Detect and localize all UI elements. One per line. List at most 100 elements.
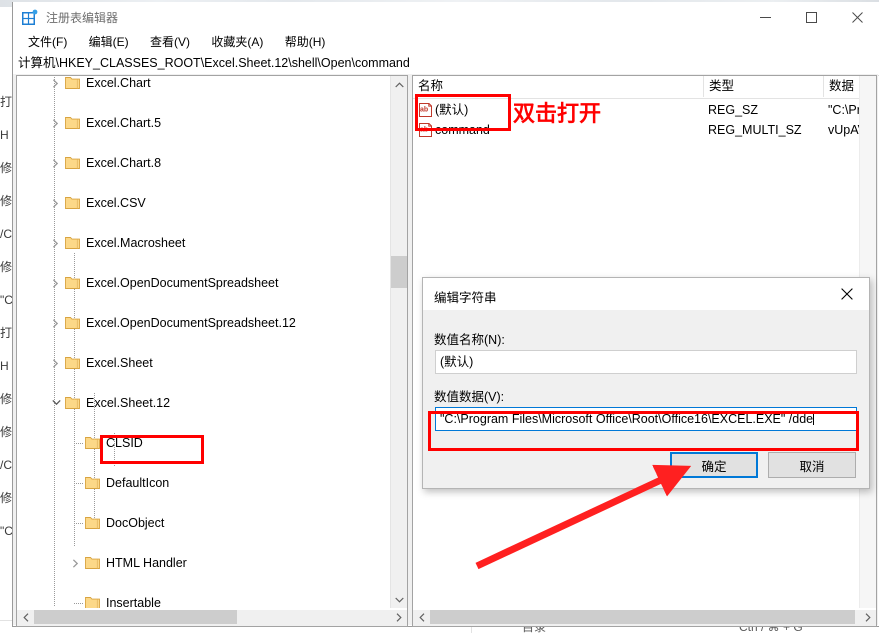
minimize-button[interactable] (742, 2, 788, 32)
window-buttons (742, 2, 879, 32)
tree-hscroll-thumb[interactable] (34, 610, 237, 624)
chevron-right-icon[interactable] (48, 313, 64, 333)
chevron-right-icon[interactable] (48, 113, 64, 133)
tree-scroll-thumb[interactable] (391, 256, 407, 288)
folder-icon (85, 593, 101, 608)
tree-vertical-scrollbar[interactable] (390, 76, 407, 608)
chevron-right-icon[interactable] (48, 273, 64, 293)
chevron-right-icon[interactable] (48, 76, 64, 93)
value-name-label: 数值名称(N): (434, 333, 505, 347)
tree-node-label: Excel.Macrosheet (86, 236, 186, 250)
values-scroll-right-icon[interactable] (859, 610, 876, 624)
dialog-close-button[interactable] (824, 278, 869, 309)
edit-string-dialog: 编辑字符串 数值名称(N): (默认) 数值数据(V): "C:\Program… (422, 277, 870, 489)
tree-node[interactable]: Excel.OpenDocumentSpreadsheet.12 (17, 313, 390, 333)
tree-node[interactable]: DefaultIcon (17, 473, 390, 493)
tree-guide-line (94, 393, 95, 527)
folder-icon (65, 193, 81, 213)
window-titlebar[interactable]: 注册表编辑器 (13, 2, 879, 33)
folder-icon (65, 233, 81, 253)
dialog-titlebar[interactable]: 编辑字符串 (423, 278, 869, 310)
cancel-button[interactable]: 取消 (768, 452, 856, 478)
tree-node[interactable]: Excel.Chart.5 (17, 113, 390, 133)
string-value-icon: ab (418, 103, 433, 117)
folder-icon (65, 313, 81, 333)
value-data-input[interactable]: "C:\Program Files\Microsoft Office\Root\… (435, 407, 857, 431)
folder-icon (85, 433, 101, 453)
dialog-title: 编辑字符串 (434, 291, 497, 305)
column-header-name[interactable]: 名称 (413, 76, 703, 97)
tree-node[interactable]: Excel.Sheet (17, 353, 390, 373)
tree-node-label: HTML Handler (106, 556, 187, 570)
tree-node-label: Excel.OpenDocumentSpreadsheet (86, 276, 279, 290)
chevron-right-icon[interactable] (68, 553, 84, 573)
chevron-right-icon[interactable] (48, 233, 64, 253)
registry-path: 计算机\HKEY_CLASSES_ROOT\Excel.Sheet.12\she… (18, 56, 410, 70)
registry-editor-icon (21, 9, 38, 26)
tree-node-label: Excel.Chart.5 (86, 116, 162, 130)
maximize-button[interactable] (788, 2, 834, 32)
values-hscroll-thumb[interactable] (430, 610, 855, 624)
menu-file[interactable]: 文件(F) (19, 33, 76, 53)
tree-horizontal-scrollbar[interactable] (16, 610, 408, 627)
scroll-right-icon[interactable] (390, 610, 407, 624)
tree-node-label: Excel.Sheet.12 (86, 396, 171, 410)
folder-icon (65, 76, 81, 93)
tree-node[interactable]: CLSID (17, 433, 390, 453)
chevron-right-icon[interactable] (48, 153, 64, 173)
menu-help[interactable]: 帮助(H) (276, 33, 335, 53)
annotation-double-click-label: 双击打开 (513, 101, 602, 126)
tree-node[interactable]: Excel.Sheet.12 (17, 393, 390, 413)
value-name: (默认) (435, 103, 469, 117)
tree-node[interactable]: Insertable (17, 593, 390, 608)
chevron-right-icon[interactable] (48, 193, 64, 213)
registry-tree-scroll: Excel.Chart Excel.Chart.5 Excel.Chart.8 Exc… (17, 76, 390, 608)
svg-text:ab: ab (420, 107, 428, 114)
column-header-type[interactable]: 类型 (703, 76, 823, 97)
tree-node[interactable]: Excel.Chart.8 (17, 153, 390, 173)
values-scroll-left-icon[interactable] (413, 610, 430, 624)
scroll-down-icon[interactable] (391, 591, 407, 608)
tree-node[interactable]: Excel.Macrosheet (17, 233, 390, 253)
tree-node-label: DocObject (106, 516, 165, 530)
multi-string-value-icon: ab (418, 123, 433, 137)
registry-tree-pane: Excel.Chart Excel.Chart.5 Excel.Chart.8 Exc… (16, 75, 408, 611)
values-horizontal-scrollbar[interactable] (412, 610, 877, 627)
tree-node[interactable]: HTML Handler (17, 553, 390, 573)
svg-text:ab: ab (420, 127, 428, 134)
value-name-input[interactable]: (默认) (435, 350, 857, 374)
value-name: command (435, 123, 490, 137)
tree-guide-stub (74, 483, 83, 484)
menu-edit[interactable]: 编辑(E) (80, 33, 138, 53)
tree-node[interactable]: Excel.Chart (17, 76, 390, 93)
address-bar[interactable]: 计算机\HKEY_CLASSES_ROOT\Excel.Sheet.12\she… (13, 54, 879, 76)
tree-guide-stub (74, 443, 83, 444)
tree-guide-stub (74, 523, 83, 524)
menu-view[interactable]: 查看(V) (141, 33, 199, 53)
tree-node[interactable]: Excel.OpenDocumentSpreadsheet (17, 273, 390, 293)
folder-icon (65, 353, 81, 373)
tree-node[interactable]: Excel.CSV (17, 193, 390, 213)
value-data-input-text: "C:\Program Files\Microsoft Office\Root\… (440, 412, 814, 426)
folder-icon (65, 393, 81, 413)
window-title: 注册表编辑器 (46, 11, 119, 25)
value-row-default[interactable]: ab (默认) REG_SZ "C:\Program File (413, 100, 876, 120)
menu-favorites[interactable]: 收藏夹(A) (202, 33, 272, 53)
tree-node-label: Excel.Sheet (86, 356, 153, 370)
tree-node[interactable]: DocObject (17, 513, 390, 533)
registry-tree: Excel.Chart Excel.Chart.5 Excel.Chart.8 Exc… (17, 76, 390, 608)
close-button[interactable] (834, 2, 879, 32)
ok-button[interactable]: 确定 (670, 452, 758, 478)
text-caret (813, 411, 815, 425)
folder-icon (85, 473, 101, 493)
value-type: REG_MULTI_SZ (708, 123, 802, 137)
value-type: REG_SZ (708, 103, 759, 117)
tree-node-label: DefaultIcon (106, 476, 170, 490)
scroll-up-icon[interactable] (391, 76, 407, 93)
value-row-command[interactable]: ab command REG_MULTI_SZ vUpAV5!!!!!!!!!!… (413, 120, 876, 140)
screen-root: 打 H 修 修 /C 修 "C 打 H 修 修 /C 修 "C 目录 Ctrl … (0, 0, 879, 633)
chevron-right-icon[interactable] (48, 353, 64, 373)
chevron-down-icon[interactable] (48, 393, 64, 413)
scroll-left-icon[interactable] (17, 610, 34, 624)
value-data-label: 数值数据(V): (434, 390, 505, 404)
